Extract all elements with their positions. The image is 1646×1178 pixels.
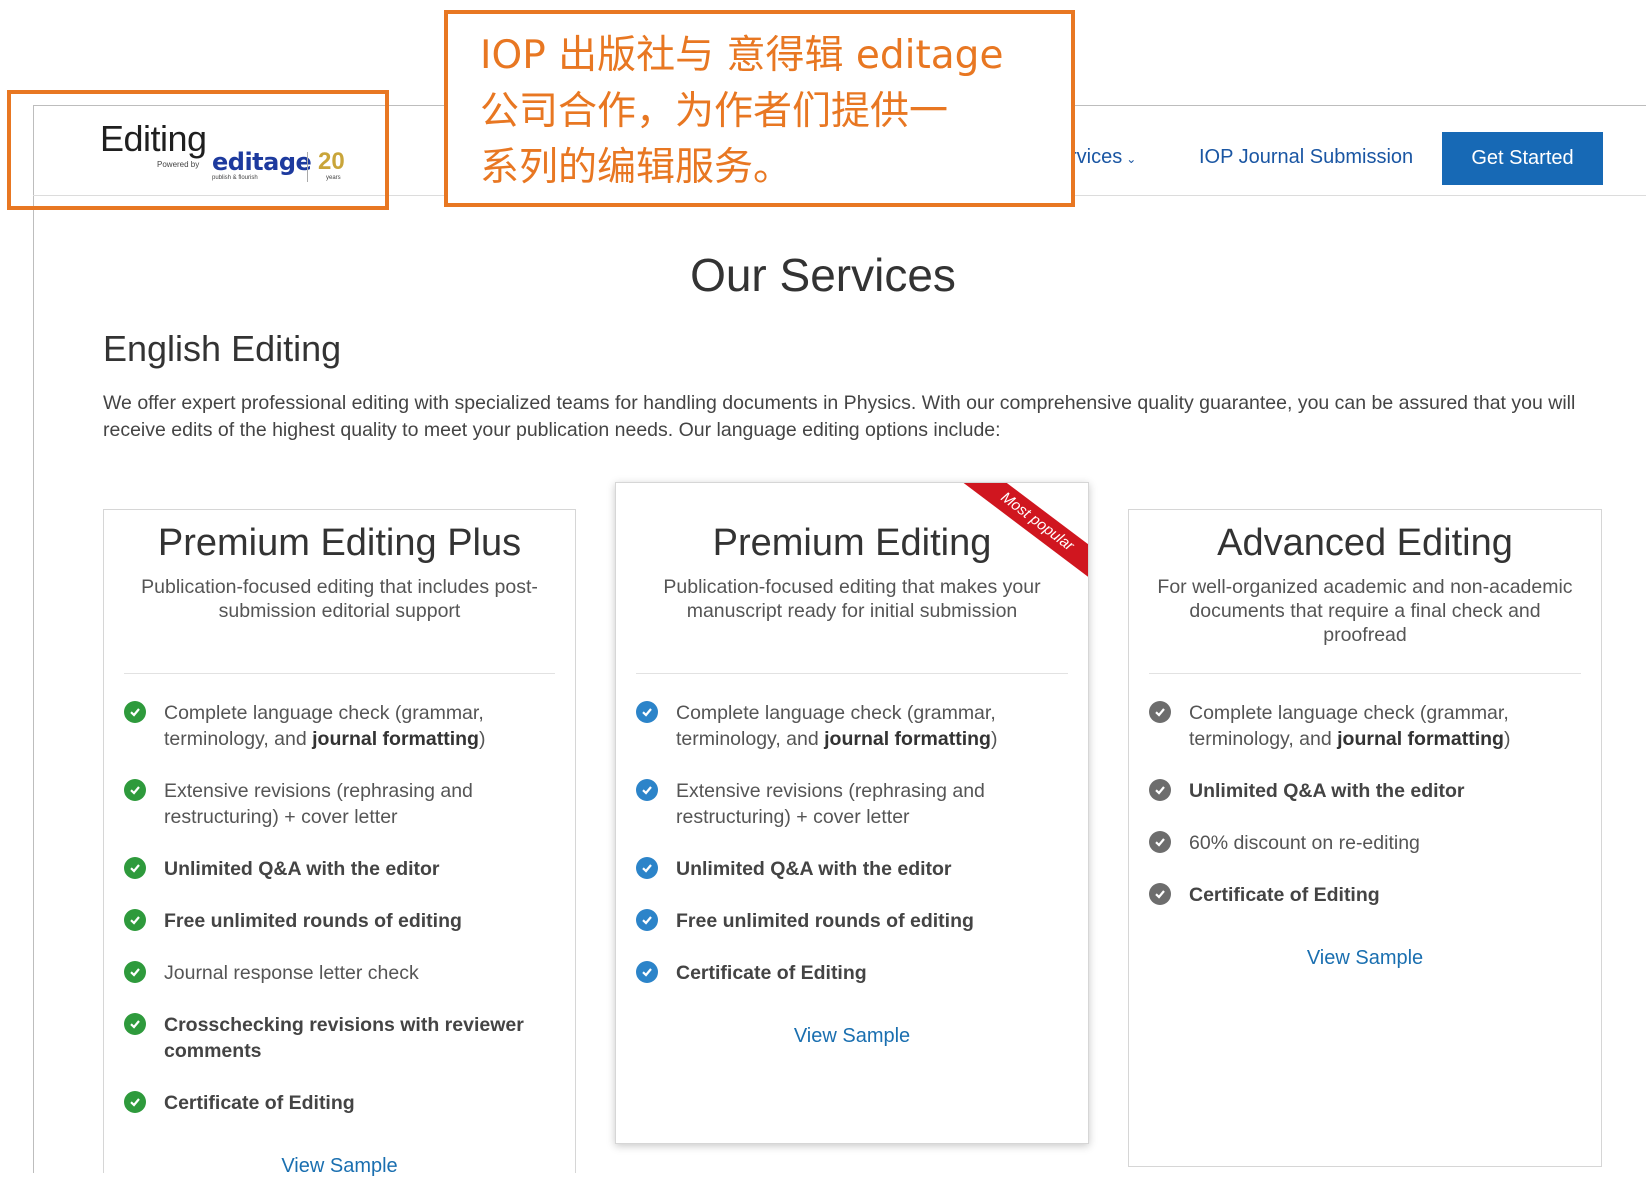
get-started-button[interactable]: Get Started	[1442, 132, 1603, 185]
feature-text: Complete language check (grammar, termin…	[164, 700, 555, 752]
feature-text-post: )	[1503, 728, 1511, 750]
feature-text: Unlimited Q&A with the editor	[1189, 780, 1465, 802]
page-title: Our Services	[690, 249, 956, 301]
nav-services-label: rvices	[1070, 146, 1123, 168]
service-card-premium-editing: Most popular Premium Editing Publication…	[615, 482, 1089, 1144]
card-description: For well-organized academic and non-acad…	[1157, 576, 1573, 646]
annotation-line-3: 系列的编辑服务。	[480, 145, 793, 190]
nav-iop-journal-submission[interactable]: IOP Journal Submission	[1199, 146, 1413, 169]
annotation-logo-highlight	[7, 90, 389, 210]
check-circle-icon	[636, 909, 658, 931]
service-card-premium-editing-plus: Premium Editing Plus Publication-focused…	[103, 509, 576, 1177]
view-sample-link[interactable]: View Sample	[616, 1025, 1088, 1048]
feature-text: Unlimited Q&A with the editor	[676, 858, 952, 880]
check-circle-icon	[124, 1091, 146, 1113]
nav-services-menu[interactable]: rvices ⌄	[1070, 146, 1136, 169]
intro-text: We offer expert professional editing wit…	[103, 392, 1576, 441]
feature-text: Extensive revisions (rephrasing and rest…	[676, 780, 985, 828]
check-circle-icon	[636, 857, 658, 879]
check-circle-icon	[636, 961, 658, 983]
card-description: Publication-focused editing that makes y…	[663, 576, 1041, 622]
feature-text-bold: journal formatting	[824, 728, 991, 750]
check-circle-icon	[1149, 831, 1171, 853]
card-title: Advanced Editing	[1217, 522, 1513, 564]
feature-text-post: )	[478, 728, 486, 750]
check-circle-icon	[124, 779, 146, 801]
feature-text: Free unlimited rounds of editing	[164, 910, 462, 932]
check-circle-icon	[1149, 883, 1171, 905]
check-circle-icon	[124, 909, 146, 931]
check-circle-icon	[1149, 701, 1171, 723]
feature-text: Unlimited Q&A with the editor	[164, 858, 440, 880]
card-title: Premium Editing	[712, 522, 992, 564]
feature-text: Crosschecking revisions with reviewer co…	[164, 1014, 524, 1062]
check-circle-icon	[124, 961, 146, 983]
check-circle-icon	[1149, 779, 1171, 801]
card-divider	[1149, 673, 1581, 674]
feature-text: Certificate of Editing	[1189, 884, 1380, 906]
feature-text: Certificate of Editing	[164, 1092, 355, 1114]
feature-text: Extensive revisions (rephrasing and rest…	[164, 780, 473, 828]
annotation-line-1: IOP 出版社与 意得辑 editage	[480, 33, 1004, 78]
check-circle-icon	[636, 701, 658, 723]
feature-text: 60% discount on re-editing	[1189, 832, 1420, 854]
feature-text-bold: journal formatting	[1337, 728, 1504, 750]
feature-text-post: )	[990, 728, 998, 750]
card-title: Premium Editing Plus	[157, 522, 522, 564]
feature-text: Journal response letter check	[164, 962, 419, 984]
service-card-advanced-editing: Advanced Editing For well-organized acad…	[1128, 509, 1602, 1167]
view-sample-link[interactable]: View Sample	[1129, 947, 1601, 970]
annotation-line-2: 公司合作，为作者们提供一	[480, 89, 949, 134]
annotation-callout: IOP 出版社与 意得辑 editage 公司合作，为作者们提供一 系列的编辑服…	[444, 10, 1075, 207]
feature-text: Complete language check (grammar, termin…	[676, 700, 1068, 752]
feature-text-bold: journal formatting	[312, 728, 479, 750]
card-divider	[636, 673, 1068, 674]
card-divider	[124, 673, 555, 674]
view-sample-link[interactable]: View Sample	[104, 1155, 575, 1178]
chevron-down-icon: ⌄	[1126, 152, 1137, 166]
feature-text: Certificate of Editing	[676, 962, 867, 984]
check-circle-icon	[124, 857, 146, 879]
feature-text: Free unlimited rounds of editing	[676, 910, 974, 932]
check-circle-icon	[124, 1013, 146, 1035]
card-description: Publication-focused editing that include…	[141, 576, 538, 622]
check-circle-icon	[636, 779, 658, 801]
feature-text: Complete language check (grammar, termin…	[1189, 700, 1581, 752]
check-circle-icon	[124, 701, 146, 723]
section-heading: English Editing	[103, 328, 342, 369]
